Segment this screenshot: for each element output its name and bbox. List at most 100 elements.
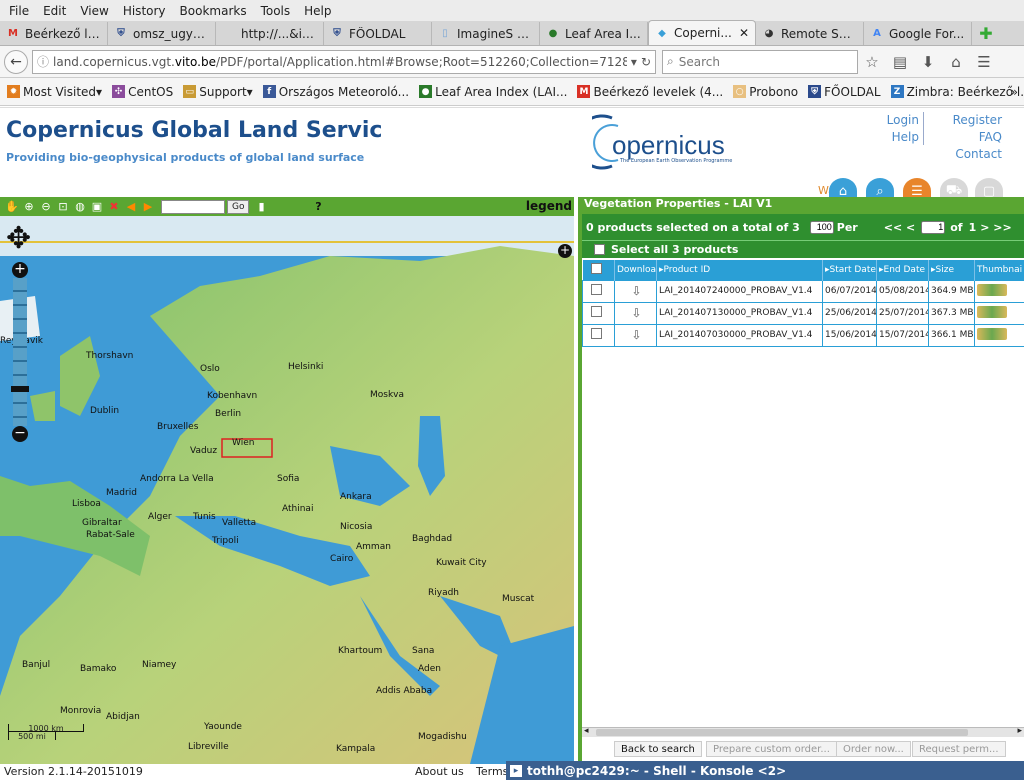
tab-5[interactable]: ● Leaf Area I... <box>540 22 648 45</box>
menu-history[interactable]: History <box>116 4 173 18</box>
row-checkbox[interactable] <box>582 279 615 303</box>
reading-list-icon[interactable]: ▤ <box>886 50 914 74</box>
menu-file[interactable]: File <box>2 4 36 18</box>
globe-extent-icon[interactable]: ◍ <box>72 199 88 214</box>
order-now-button[interactable]: Order now... <box>836 741 911 757</box>
zoom-out-icon[interactable]: ⊖ <box>38 199 54 214</box>
download-icon[interactable]: ⇩ <box>614 301 657 325</box>
search-input[interactable]: ⌕ Search <box>662 49 858 74</box>
tab-8[interactable]: A Google For... <box>864 22 972 45</box>
pager-prev[interactable]: << < <box>884 221 915 234</box>
slider-handle-icon[interactable]: ▮ <box>253 199 269 214</box>
tab-2[interactable]: http://...&id=189 <box>216 22 324 45</box>
zoom-plus-icon[interactable]: + <box>12 262 28 278</box>
bookmark-0[interactable]: ✹ Most Visited ▾ <box>2 85 107 99</box>
faq-link[interactable]: FAQ <box>979 129 1002 145</box>
menu-edit[interactable]: Edit <box>36 4 73 18</box>
login-link[interactable]: Login <box>887 112 919 128</box>
register-link[interactable]: Register <box>953 112 1002 128</box>
col-thumbnail[interactable]: Thumbnai <box>974 260 1024 280</box>
select-box-icon[interactable]: ▣ <box>89 199 105 214</box>
go-button[interactable]: Go <box>227 199 250 214</box>
bookmark-3[interactable]: f Országos Meteoroló... <box>258 85 414 99</box>
row-checkbox[interactable] <box>582 301 615 325</box>
tab-0[interactable]: M Beérkező le... <box>0 22 108 45</box>
tab-6[interactable]: ◆ Coperni... ✕ <box>648 20 756 45</box>
next-view-icon[interactable]: ▶ <box>140 199 156 214</box>
row-checkbox[interactable] <box>582 323 615 347</box>
url-dropdown-icon[interactable]: ▾ <box>631 55 637 69</box>
header-checkbox[interactable] <box>582 260 615 280</box>
zoom-in-icon[interactable]: ⊕ <box>21 199 37 214</box>
pan-arrows-icon[interactable]: ✥ <box>6 224 40 254</box>
request-permission-button[interactable]: Request perm... <box>912 741 1006 757</box>
bookmark-2[interactable]: ▭ Support ▾ <box>178 85 257 99</box>
tab-1[interactable]: ⛨ omsz_ugye... <box>108 22 216 45</box>
bookmark-6[interactable]: ○ Probono <box>728 85 803 99</box>
menu-view[interactable]: View <box>73 4 115 18</box>
thumbnail-icon[interactable] <box>974 279 1024 303</box>
menu-help[interactable]: Help <box>297 4 338 18</box>
prepare-custom-order-button[interactable]: Prepare custom order... <box>706 741 837 757</box>
scroll-left-icon[interactable]: ◂ <box>584 726 589 736</box>
download-icon[interactable]: ⇩ <box>614 279 657 303</box>
bookmark-star-icon[interactable]: ☆ <box>858 50 886 74</box>
bookmark-8[interactable]: Z Zimbra: Beérkező l... <box>886 85 1024 99</box>
previous-view-icon[interactable]: ◀ <box>123 199 139 214</box>
layer-switcher-icon[interactable]: + <box>558 244 572 258</box>
scroll-thumb[interactable] <box>596 729 968 736</box>
info-icon[interactable]: ⓘ <box>37 53 49 70</box>
product-id[interactable]: LAI_201407030000_PROBAV_V1.4 <box>656 323 823 347</box>
bookmarks-overflow-icon[interactable]: » <box>1011 85 1018 99</box>
bookmark-5[interactable]: M Beérkező levelek (4... <box>572 85 728 99</box>
clear-icon[interactable]: ✖ <box>106 199 122 214</box>
close-tab-icon[interactable]: ✕ <box>739 26 749 40</box>
location-input[interactable] <box>161 199 225 214</box>
thumbnail-icon[interactable] <box>974 323 1024 347</box>
thumbnail-icon[interactable] <box>974 301 1024 325</box>
col-end-date[interactable]: ▸End Date <box>876 260 929 280</box>
col-start-date[interactable]: ▸Start Date <box>822 260 877 280</box>
col-product-id[interactable]: ▸Product ID <box>656 260 823 280</box>
contact-link[interactable]: Contact <box>955 146 1002 162</box>
scroll-right-icon[interactable]: ▸ <box>1017 726 1022 736</box>
new-tab-button[interactable]: ✚ <box>972 22 1000 45</box>
bookmark-1[interactable]: ✣ CentOS <box>107 85 178 99</box>
select-all-label[interactable]: Select all 3 products <box>611 243 738 256</box>
table-row[interactable]: ⇩ LAI_201407130000_PROBAV_V1.4 25/06/2014 2… <box>582 301 1024 325</box>
legend-button[interactable]: legend <box>526 199 572 213</box>
menu-bookmarks[interactable]: Bookmarks <box>173 4 254 18</box>
horizontal-scrollbar[interactable]: ◂ ▸ <box>582 726 1024 737</box>
reload-icon[interactable]: ↻ <box>641 55 651 69</box>
download-icon[interactable]: ⬇ <box>914 50 942 74</box>
col-size[interactable]: ▸Size <box>928 260 975 280</box>
bookmark-4[interactable]: ● Leaf Area Index (LAI... <box>414 85 572 99</box>
table-row[interactable]: ⇩ LAI_201407240000_PROBAV_V1.4 06/07/2014 0… <box>582 279 1024 303</box>
back-button[interactable]: ← <box>4 49 28 74</box>
back-to-search-button[interactable]: Back to search <box>614 741 702 757</box>
about-link[interactable]: About us <box>415 765 464 778</box>
terms-link[interactable]: Terms <box>476 765 508 778</box>
table-row[interactable]: ⇩ LAI_201407030000_PROBAV_V1.4 15/06/2014 1… <box>582 323 1024 347</box>
pager-next[interactable]: > >> <box>980 221 1011 234</box>
tab-7[interactable]: ◕ Remote Se... <box>756 22 864 45</box>
url-bar[interactable]: ⓘ land.copernicus.vgt.vito.be/PDF/portal… <box>32 49 656 74</box>
select-all-checkbox[interactable] <box>594 244 605 255</box>
per-page-input[interactable] <box>809 220 834 234</box>
map-view[interactable]: Thorshavn Oslo Helsinki Kobenhavn Moskva Dubl… <box>0 216 574 764</box>
zoom-control[interactable]: ✥ + − <box>6 224 40 442</box>
col-download[interactable]: Downloa <box>614 260 657 280</box>
help-link[interactable]: Help <box>892 129 919 145</box>
menu-icon[interactable]: ☰ <box>970 50 998 74</box>
download-icon[interactable]: ⇩ <box>614 323 657 347</box>
zoom-slider[interactable] <box>11 278 29 426</box>
menu-tools[interactable]: Tools <box>254 4 298 18</box>
tab-4[interactable]: ▯ ImagineS - ... <box>432 22 540 45</box>
select-all-row[interactable]: Select all 3 products <box>582 240 1024 258</box>
zoom-slider-handle[interactable] <box>11 386 29 392</box>
page-input[interactable] <box>921 220 946 234</box>
product-id[interactable]: LAI_201407240000_PROBAV_V1.4 <box>656 279 823 303</box>
bookmark-7[interactable]: ⛨ FŐOLDAL <box>803 85 885 99</box>
tab-3[interactable]: ⛨ FŐOLDAL <box>324 22 432 45</box>
home-icon[interactable]: ⌂ <box>942 50 970 74</box>
